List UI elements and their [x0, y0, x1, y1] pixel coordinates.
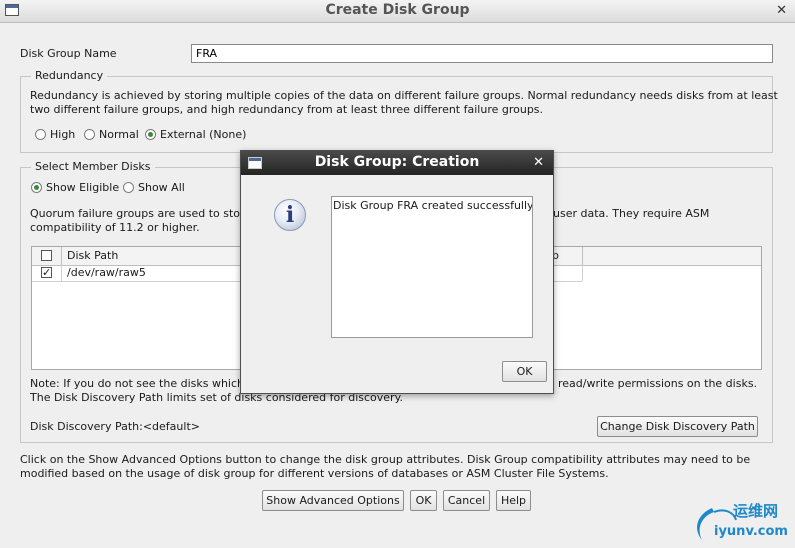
disk-group-name-input[interactable]: [191, 44, 773, 63]
disk-group-name-label: Disk Group Name: [20, 47, 117, 60]
note-text-end: read/write permissions on the disks.: [558, 377, 758, 390]
note-text-start: Note: If you do not see the disks which: [30, 377, 245, 390]
dialog-close-icon[interactable]: ✕: [533, 155, 544, 170]
select-all-checkbox[interactable]: [41, 250, 52, 261]
redundancy-external-radio[interactable]: External (None): [145, 128, 246, 141]
radio-unselected-icon: [84, 129, 95, 140]
header-divider: [61, 247, 62, 265]
radio-selected-icon: [145, 129, 156, 140]
change-discovery-path-button[interactable]: Change Disk Discovery Path: [597, 416, 758, 437]
header-disk-path[interactable]: Disk Path: [67, 249, 118, 262]
redundancy-legend: Redundancy: [31, 69, 108, 82]
dialog-ok-button[interactable]: OK: [502, 361, 547, 382]
radio-unselected-icon: [35, 129, 46, 140]
dialog-titlebar: Disk Group: Creation ✕: [241, 151, 553, 175]
quorum-text-line2: compatibility of 11.2 or higher.: [30, 221, 200, 234]
row-divider: [61, 265, 62, 281]
footer-text-line1: Click on the Show Advanced Options butto…: [20, 453, 751, 466]
member-disks-legend: Select Member Disks: [31, 160, 155, 173]
row-divider: [582, 265, 583, 281]
dialog-title: Disk Group: Creation: [314, 154, 480, 170]
radio-selected-icon: [31, 182, 42, 193]
watermark-text: 运维网: [733, 502, 779, 520]
quorum-text-end: user data. They require ASM: [553, 207, 710, 220]
ok-button[interactable]: OK: [410, 490, 437, 511]
window-close-icon[interactable]: ✕: [776, 3, 787, 18]
watermark-logo: 运维网 iyunv.com: [690, 500, 795, 545]
help-button[interactable]: Help: [496, 490, 531, 511]
show-all-radio[interactable]: Show All: [123, 181, 185, 194]
disk-discovery-path-label: Disk Discovery Path:<default>: [30, 420, 200, 433]
redundancy-description-line1: Redundancy is achieved by storing multip…: [30, 89, 778, 102]
quorum-text-start: Quorum failure groups are used to stor: [30, 207, 245, 220]
radio-unselected-icon: [123, 182, 134, 193]
information-icon: i: [274, 199, 306, 231]
row-checkbox[interactable]: ✓: [41, 267, 52, 278]
footer-text-line2: modified based on the usage of disk grou…: [20, 467, 609, 480]
watermark-url: iyunv.com: [714, 524, 788, 539]
disk-group-creation-dialog: Disk Group: Creation ✕ i Disk Group FRA …: [240, 150, 554, 394]
row-disk-path: /dev/raw/raw5: [67, 266, 146, 279]
window-titlebar: Create Disk Group ✕: [0, 0, 795, 23]
redundancy-normal-radio[interactable]: Normal: [84, 128, 139, 141]
show-eligible-radio[interactable]: Show Eligible: [31, 181, 119, 194]
window-title: Create Disk Group: [325, 2, 470, 18]
dialog-message: Disk Group FRA created successfully.: [331, 196, 533, 338]
redundancy-high-radio[interactable]: High: [35, 128, 75, 141]
redundancy-description-line2: two different failure groups, and high r…: [30, 103, 544, 116]
cancel-button[interactable]: Cancel: [443, 490, 490, 511]
header-divider: [582, 247, 583, 265]
show-advanced-options-button[interactable]: Show Advanced Options: [262, 490, 404, 511]
